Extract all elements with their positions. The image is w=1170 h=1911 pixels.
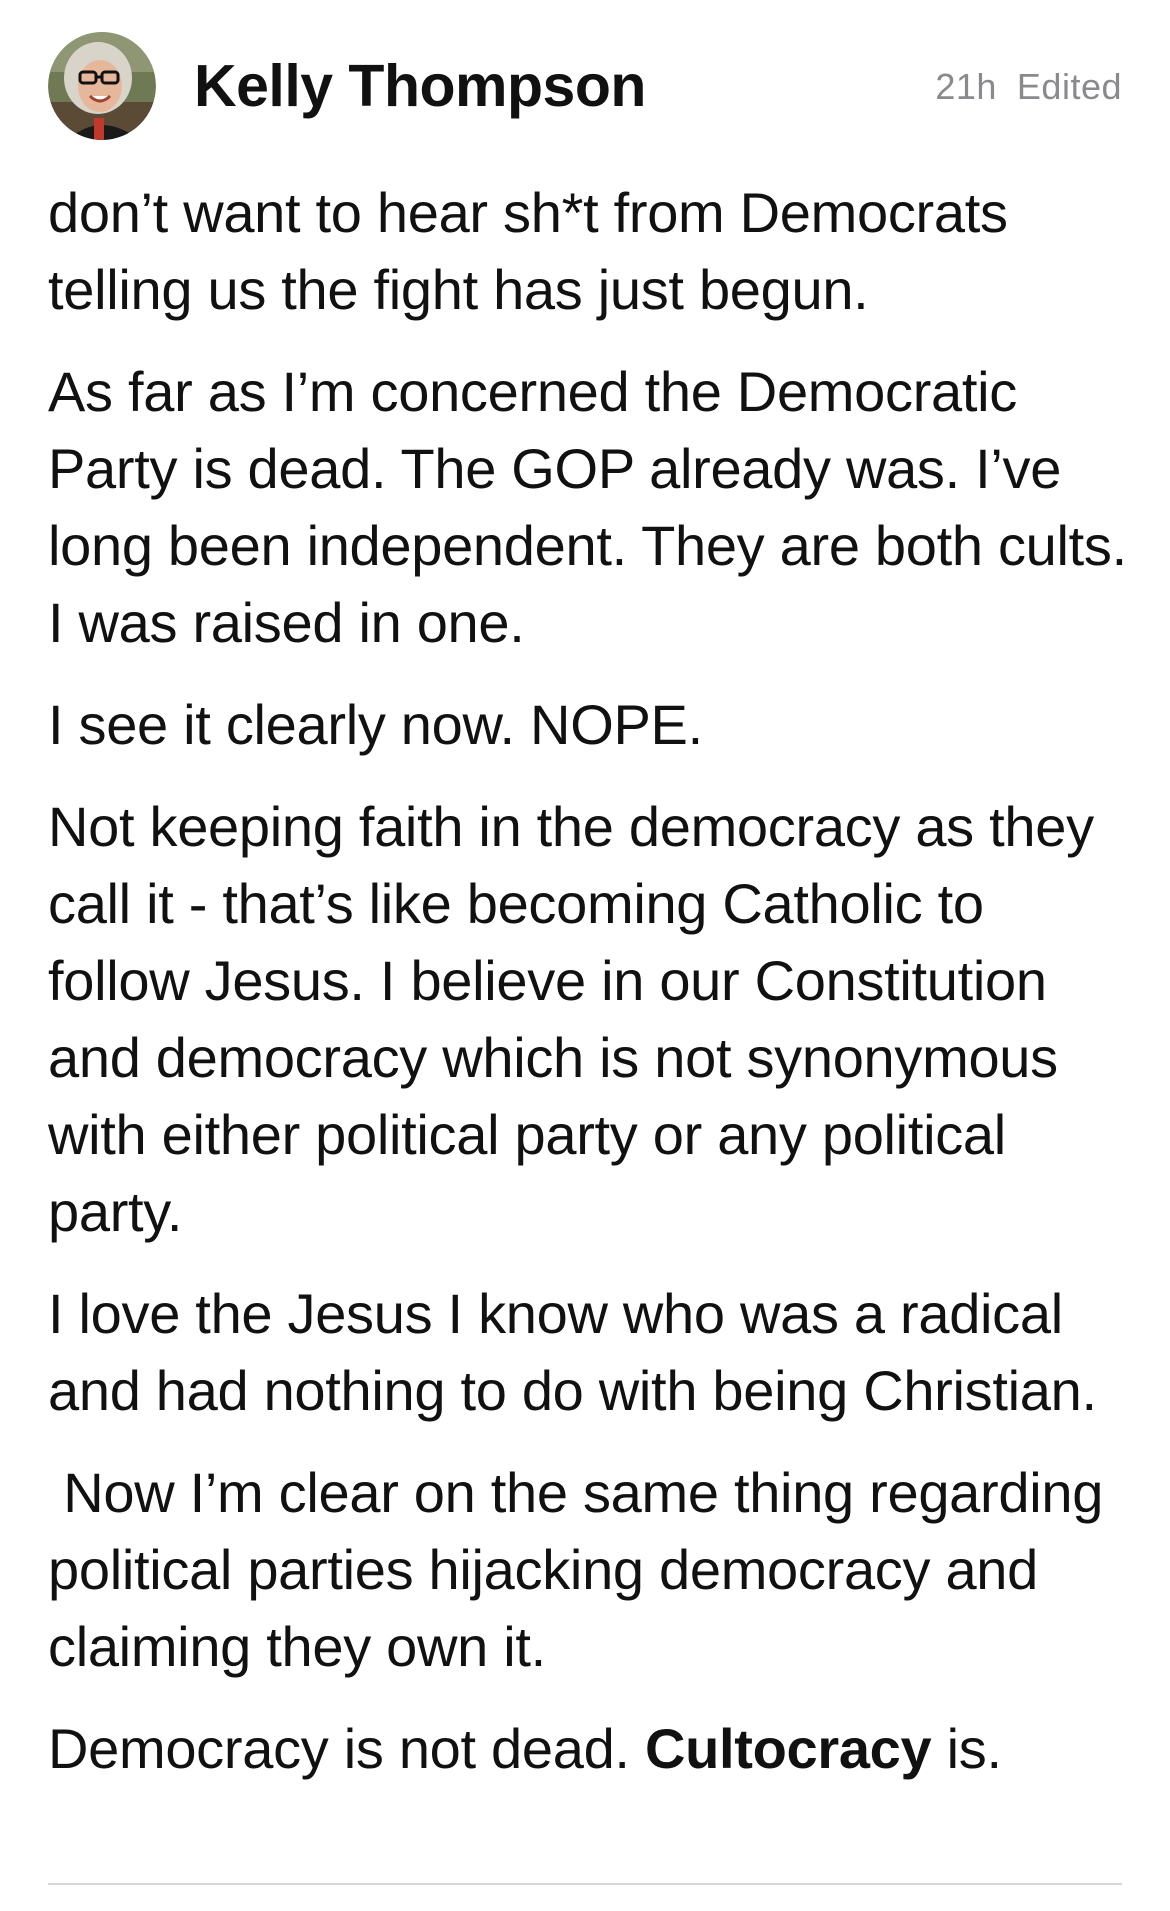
post-paragraph: Not keeping faith in the democracy as th… <box>48 795 1094 1243</box>
edited-label[interactable]: Edited <box>1017 66 1122 107</box>
post-card: Kelly Thompson 21h Edited don’t want to h… <box>0 0 1170 1911</box>
post-paragraph: Now I’m clear on the same thing regardin… <box>48 1461 1119 1678</box>
bottom-divider <box>48 1883 1122 1885</box>
post-paragraph: I see it clearly now. NOPE. <box>48 693 703 756</box>
final-text-bold: Cultocracy <box>644 1717 932 1780</box>
avatar-image <box>48 32 156 140</box>
post-timestamp[interactable]: 21h <box>935 66 997 107</box>
post-meta: 21h Edited <box>935 66 1122 108</box>
author-name[interactable]: Kelly Thompson <box>194 52 646 120</box>
post-paragraph: don’t want to hear sh*t from Democrats t… <box>48 181 1008 321</box>
final-text-start: Democracy is not dead. <box>48 1717 645 1780</box>
final-text-end: is. <box>931 1717 1002 1780</box>
post-header: Kelly Thompson 21h Edited <box>48 32 1122 144</box>
post-paragraph: I love the Jesus I know who was a radica… <box>48 1282 1097 1422</box>
post-paragraph-final: Democracy is not dead. Cultocracy is. <box>48 1710 1138 1787</box>
post-body: don’t want to hear sh*t from Democrats t… <box>48 174 1138 1812</box>
post-paragraph: As far as I’m concerned the Democratic P… <box>48 360 1127 654</box>
author-avatar[interactable] <box>48 32 156 140</box>
